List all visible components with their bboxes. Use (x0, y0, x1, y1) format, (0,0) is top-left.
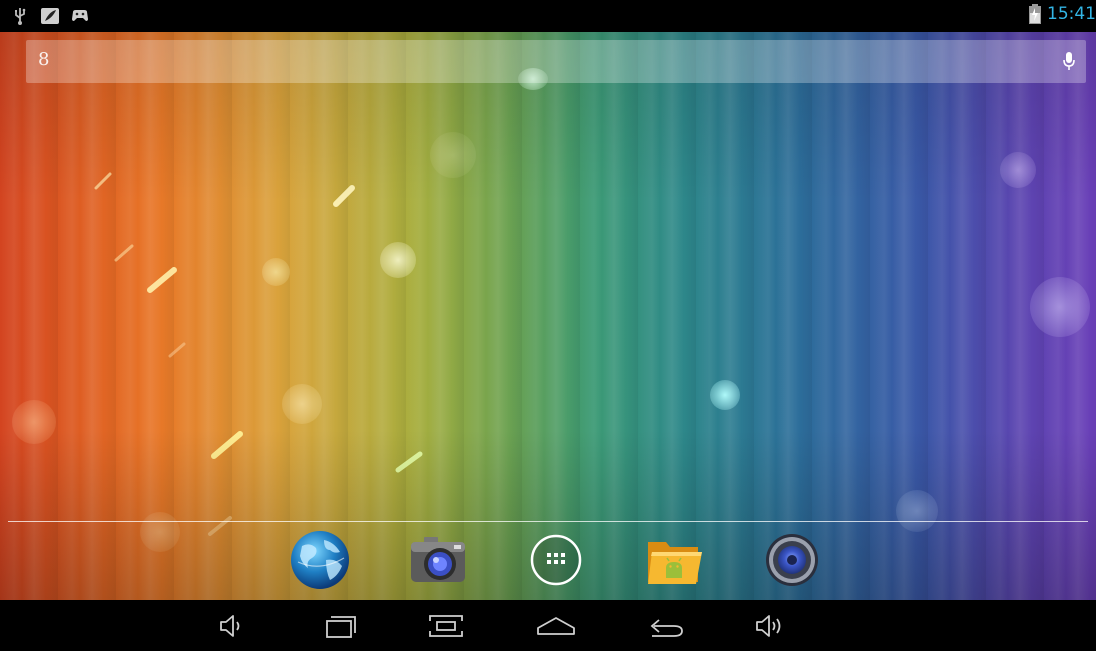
google-search-bar[interactable]: 8 (26, 40, 1086, 83)
notification-icons (10, 6, 90, 26)
dock-divider (8, 521, 1088, 522)
camera-icon[interactable] (406, 528, 470, 592)
app-drawer-icon[interactable] (524, 528, 588, 592)
navigation-bar (0, 600, 1096, 651)
bokeh-light (12, 400, 56, 444)
notification-feather-icon (40, 6, 60, 26)
status-bar: 15:41 (0, 0, 1096, 32)
light-streaks (94, 172, 423, 536)
bokeh-light (262, 258, 290, 286)
file-manager-icon[interactable] (642, 528, 706, 592)
android-home-screen: 15:41 8 (0, 0, 1096, 651)
bokeh-light (282, 384, 322, 424)
recent-apps-icon[interactable] (320, 610, 360, 642)
favorites-dock (0, 524, 1096, 600)
system-icons: 15:41 (1029, 4, 1096, 24)
google-search-icon[interactable]: 8 (38, 49, 49, 70)
back-icon[interactable] (644, 610, 684, 642)
music-speaker-icon[interactable] (760, 528, 824, 592)
screenshot-icon[interactable] (426, 610, 466, 642)
home-icon[interactable] (536, 610, 576, 642)
bokeh-light (1000, 152, 1036, 188)
bokeh-light (430, 132, 476, 178)
wallpaper (0, 32, 1096, 600)
bokeh-light (1030, 277, 1090, 337)
usb-icon (10, 6, 30, 26)
gamepad-icon (70, 6, 90, 26)
volume-down-icon[interactable] (212, 610, 252, 642)
status-clock: 15:41 (1047, 4, 1096, 24)
battery-charging-icon (1029, 4, 1041, 24)
bokeh-light (380, 242, 416, 278)
volume-up-icon[interactable] (752, 610, 792, 642)
browser-globe-icon[interactable] (288, 528, 352, 592)
bokeh-light (710, 380, 740, 410)
microphone-icon[interactable] (1062, 51, 1076, 73)
